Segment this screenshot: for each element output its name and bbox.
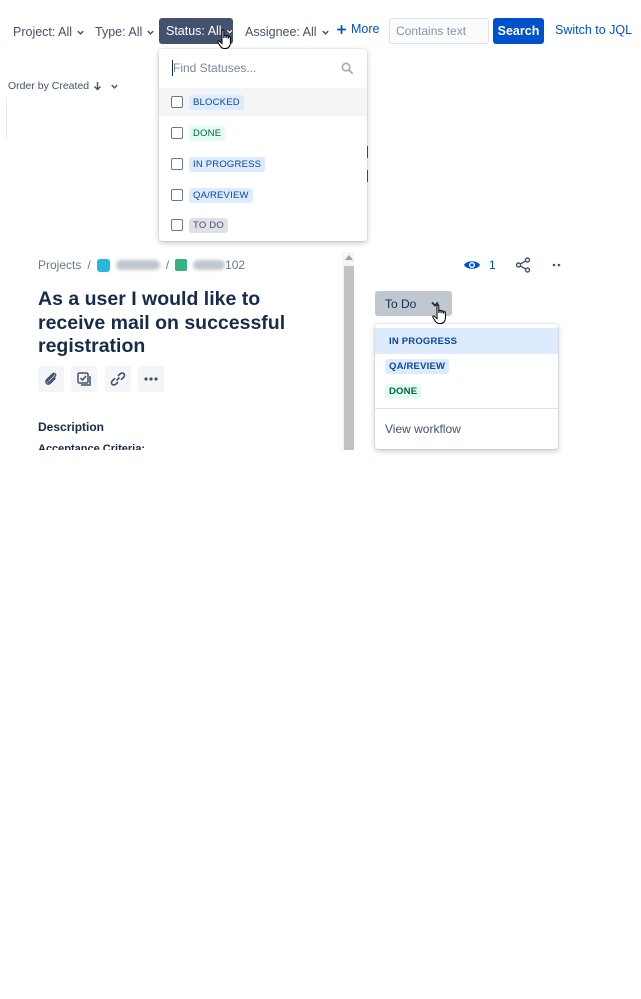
status-option-qa-review[interactable]: QA/REVIEW	[159, 181, 367, 209]
status-lozenge: BLOCKED	[189, 94, 244, 110]
find-statuses-input[interactable]	[167, 57, 357, 79]
view-workflow-link[interactable]: View workflow	[385, 422, 461, 436]
status-lozenge: DONE	[189, 125, 226, 141]
type-filter[interactable]: Type: All	[95, 22, 155, 42]
chevron-down-icon	[147, 30, 154, 35]
watch-count: 1	[489, 258, 496, 272]
assignee-filter-label: Assignee: All	[245, 25, 317, 39]
status-lozenge: IN PROGRESS	[389, 335, 458, 347]
assignee-filter[interactable]: Assignee: All	[245, 22, 330, 42]
chevron-down-icon	[431, 301, 439, 307]
redacted-project-name	[115, 260, 160, 270]
breadcrumb: Projects / / 102	[38, 258, 245, 272]
status-filter-label: Status: All	[166, 24, 222, 38]
chevron-down-icon	[226, 29, 232, 33]
type-filter-label: Type: All	[95, 25, 143, 39]
breadcrumb-separator: /	[87, 258, 91, 272]
search-button[interactable]: Search	[493, 18, 544, 44]
create-subtask-button[interactable]	[71, 366, 97, 392]
search-icon	[341, 62, 354, 75]
story-icon	[175, 259, 188, 271]
status-lozenge: DONE	[385, 383, 422, 399]
status-checkbox[interactable]	[171, 127, 183, 139]
status-checkbox[interactable]	[171, 96, 183, 108]
transition-in-progress[interactable]: IN PROGRESS	[375, 328, 558, 354]
status-lozenge: QA/REVIEW	[385, 358, 450, 374]
issue-title[interactable]: As a user I would like to receive mail o…	[38, 288, 328, 359]
chevron-down-icon	[77, 30, 84, 35]
more-actions-button[interactable]	[138, 366, 164, 392]
status-lozenge: IN PROGRESS	[189, 156, 266, 172]
redacted-issue-key	[193, 260, 226, 270]
contains-text-input[interactable]	[389, 18, 489, 44]
list-divider	[6, 98, 7, 138]
chevron-down-icon	[321, 30, 329, 35]
breadcrumb-separator: /	[165, 258, 170, 272]
status-option-to-do[interactable]: TO DO	[159, 211, 367, 239]
order-by-label: Order by Created	[8, 80, 90, 92]
transition-qa-review[interactable]: QA/REVIEW	[375, 353, 558, 379]
link-icon	[110, 372, 126, 386]
chevron-down-icon	[111, 84, 118, 89]
transition-done[interactable]: DONE	[375, 378, 558, 404]
more-filters-label: More	[351, 22, 380, 36]
scrollbar-thumb[interactable]	[344, 266, 354, 450]
issue-number[interactable]: 102	[225, 258, 245, 272]
text-caret	[172, 60, 173, 76]
share-icon[interactable]	[515, 257, 531, 273]
status-lozenge: QA/REVIEW	[189, 187, 253, 203]
arrow-down-icon	[94, 82, 102, 91]
link-issue-button[interactable]	[105, 366, 131, 392]
ellipsis-icon	[144, 377, 158, 381]
breadcrumb-projects-link[interactable]: Projects	[38, 258, 81, 272]
status-checkbox[interactable]	[171, 189, 183, 201]
acceptance-criteria-heading: Acceptance Criteria:	[38, 443, 145, 450]
status-transition-button[interactable]: To Do	[375, 291, 452, 316]
paperclip-icon	[45, 372, 57, 385]
watch-button[interactable]: 1	[463, 258, 496, 272]
scroll-up-arrow[interactable]	[345, 255, 353, 260]
project-avatar-icon	[96, 258, 110, 272]
description-label: Description	[38, 420, 105, 434]
status-lozenge: TO DO	[189, 217, 228, 233]
more-filters-button[interactable]: More	[336, 22, 379, 36]
menu-divider	[375, 408, 558, 409]
attach-button[interactable]	[38, 366, 64, 392]
status-option-done[interactable]: DONE	[159, 119, 367, 147]
status-transition-menu: IN PROGRESS QA/REVIEW DONE View workflow	[375, 324, 558, 449]
status-option-in-progress[interactable]: IN PROGRESS	[159, 150, 367, 178]
project-filter[interactable]: Project: All	[13, 22, 85, 42]
issue-scrollbar[interactable]	[342, 252, 354, 450]
order-by-control[interactable]: Order by Created	[8, 80, 119, 92]
current-status-label: To Do	[385, 296, 417, 311]
checklist-icon	[77, 372, 91, 386]
ellipsis-icon[interactable]	[552, 261, 562, 269]
plus-icon	[337, 24, 346, 34]
status-checkbox[interactable]	[171, 158, 183, 170]
status-filter[interactable]: Status: All	[159, 18, 233, 44]
project-filter-label: Project: All	[13, 25, 73, 39]
status-option-blocked[interactable]: BLOCKED	[159, 88, 367, 116]
status-filter-dropdown: BLOCKED DONE IN PROGRESS QA/REVIEW TO DO	[159, 49, 367, 241]
eye-icon	[464, 261, 480, 269]
status-checkbox[interactable]	[171, 219, 183, 231]
switch-to-jql-link[interactable]: Switch to JQL	[555, 23, 632, 37]
